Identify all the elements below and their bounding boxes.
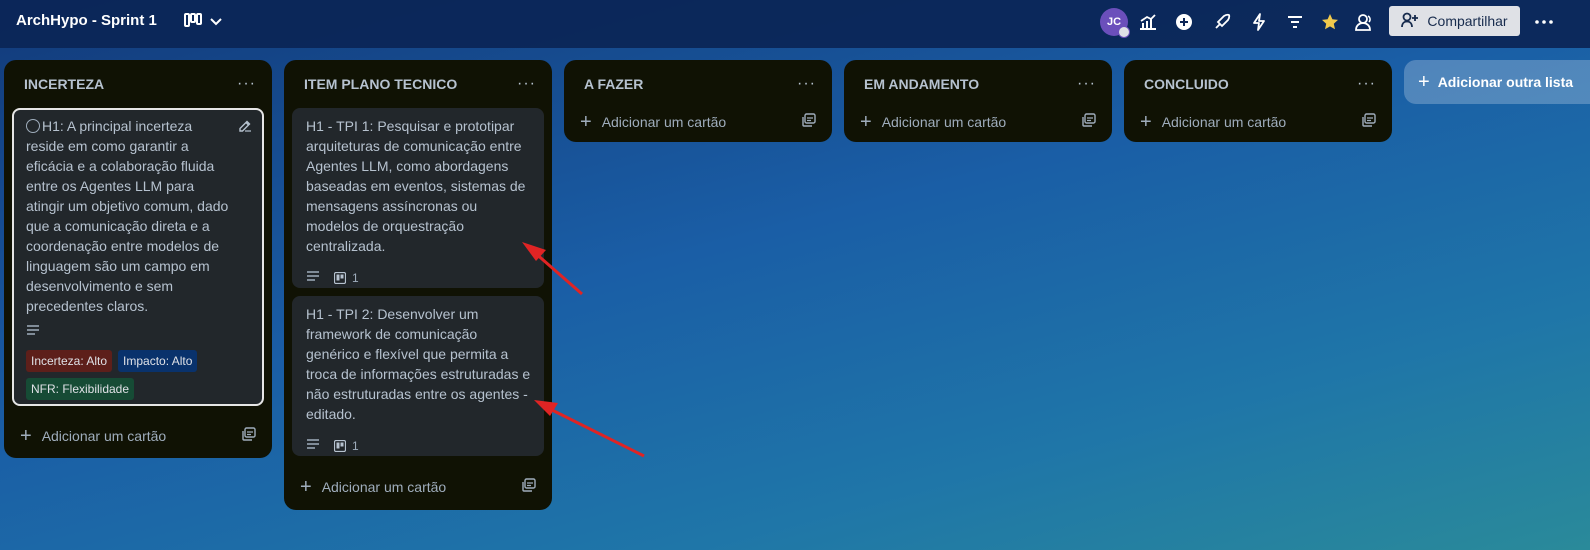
list-title[interactable]: ITEM PLANO TECNICO [304,76,457,92]
list-menu-icon[interactable]: ··· [797,75,816,93]
avatar-initials: JC [1106,16,1122,28]
card-template-icon[interactable] [1082,112,1096,132]
card-template-icon[interactable] [1362,112,1376,132]
card-template-icon[interactable] [802,112,816,132]
linked-board-count: 1 [352,271,359,285]
add-card-button[interactable]: + Adicionar um cartão [4,414,272,458]
card-tpi-1[interactable]: H1 - TPI 1: Pesquisar e prototipar arqui… [292,108,544,288]
power-ups-icon[interactable] [1208,8,1236,36]
board-header: ArchHypo - Sprint 1 JC Compartilhar [0,0,1590,48]
add-card-button[interactable]: + Adicionar um cartão [1124,102,1392,142]
add-card-label: Adicionar um cartão [601,114,727,130]
description-icon [306,436,320,456]
label-nfr[interactable]: NFR: Flexibilidade [26,378,135,400]
card-tpi-2[interactable]: H1 - TPI 2: Desenvolver um framework de … [292,296,544,456]
add-person-icon [1401,12,1419,31]
plus-icon: + [300,476,312,498]
list-menu-icon[interactable]: ··· [517,75,536,93]
description-icon [26,322,40,342]
add-card-label: Adicionar um cartão [881,114,1007,130]
complete-circle-icon[interactable] [26,119,40,133]
card-badges: 1 [306,268,532,288]
dashboard-icon[interactable] [1134,8,1162,36]
chevron-down-icon [210,13,222,31]
list-header: CONCLUIDO ··· [1124,60,1392,108]
share-label: Compartilhar [1427,13,1508,29]
list-title[interactable]: A FAZER [584,76,643,92]
board-view-icon [184,12,202,32]
add-list-label: Adicionar outra lista [1437,74,1574,90]
list-title[interactable]: CONCLUIDO [1144,76,1229,92]
card-badges: 1 [306,436,532,456]
list-menu-icon[interactable]: ··· [1077,75,1096,93]
list-menu-icon[interactable]: ··· [237,75,256,93]
linked-board-count: 1 [352,439,359,453]
card-badges [26,322,252,342]
list-incerteza: INCERTEZA ··· H1: A principal incerteza … [4,60,272,458]
list-concluido: CONCLUIDO ··· + Adicionar um cartão [1124,60,1392,142]
add-card-button[interactable]: + Adicionar um cartão [284,464,552,510]
list-header: EM ANDAMENTO ··· [844,60,1112,108]
description-icon [306,268,320,288]
filter-icon[interactable] [1281,8,1309,36]
visibility-icon[interactable] [1351,8,1379,36]
admin-badge-icon [1118,26,1130,38]
plus-icon: + [860,111,872,133]
add-list-button[interactable]: + Adicionar outra lista [1404,60,1590,104]
label-incerteza[interactable]: Incerteza: Alto [26,350,113,372]
list-item-plano-tecnico: ITEM PLANO TECNICO ··· H1 - TPI 1: Pesqu… [284,60,552,510]
linked-board-badge: 1 [334,268,359,288]
card-title: H1 - TPI 2: Desenvolver um framework de … [306,306,531,422]
label-impacto[interactable]: Impacto: Alto [118,350,198,372]
plus-circle-icon[interactable] [1170,8,1198,36]
plus-icon: + [580,111,592,133]
add-card-button[interactable]: + Adicionar um cartão [564,102,832,142]
share-button[interactable]: Compartilhar [1389,6,1520,36]
card-labels: Incerteza: Alto Impacto: Alto NFR: Flexi… [26,350,252,400]
card-h1-incerteza[interactable]: H1: A principal incerteza reside em como… [12,108,264,406]
plus-icon: + [1140,111,1152,133]
automation-icon[interactable] [1245,8,1273,36]
add-card-label: Adicionar um cartão [321,479,447,495]
more-icon[interactable] [1530,8,1558,36]
list-a-fazer: A FAZER ··· + Adicionar um cartão [564,60,832,142]
list-title[interactable]: EM ANDAMENTO [864,76,979,92]
linked-board-badge: 1 [334,436,359,456]
member-avatar[interactable]: JC [1100,8,1130,38]
board-title[interactable]: ArchHypo - Sprint 1 [16,12,157,29]
card-title: H1: A principal incerteza reside em como… [26,118,229,314]
edit-icon[interactable] [238,118,252,138]
board-view-switcher[interactable] [184,10,230,34]
list-title[interactable]: INCERTEZA [24,76,104,92]
card-title: H1 - TPI 1: Pesquisar e prototipar arqui… [306,118,526,254]
card-template-icon[interactable] [522,477,536,497]
list-menu-icon[interactable]: ··· [1357,75,1376,93]
star-icon[interactable] [1316,8,1344,36]
add-card-button[interactable]: + Adicionar um cartão [844,102,1112,142]
list-em-andamento: EM ANDAMENTO ··· + Adicionar um cartão [844,60,1112,142]
add-card-label: Adicionar um cartão [1161,114,1287,130]
list-header: A FAZER ··· [564,60,832,108]
plus-icon: + [1418,70,1430,93]
add-card-label: Adicionar um cartão [41,428,167,444]
plus-icon: + [20,425,32,447]
card-template-icon[interactable] [242,426,256,446]
list-header: INCERTEZA ··· [4,60,272,108]
list-header: ITEM PLANO TECNICO ··· [284,60,552,108]
